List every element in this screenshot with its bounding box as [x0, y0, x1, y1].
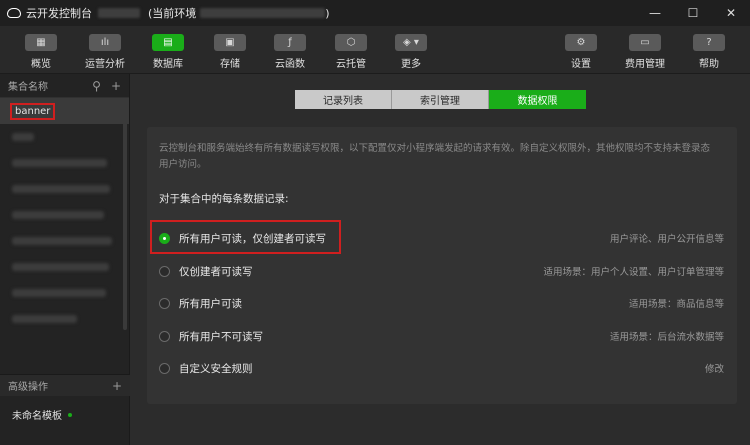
- toolbar-label: 费用管理: [625, 59, 665, 70]
- toolbar-database-button[interactable]: ▤ 数据库: [143, 34, 193, 70]
- status-dot-icon: [68, 412, 72, 417]
- tab-indexes[interactable]: 索引管理: [392, 90, 489, 109]
- redacted-text: [98, 8, 140, 18]
- toolbar-label: 更多: [401, 59, 421, 70]
- tab-permissions[interactable]: 数据权限: [489, 90, 586, 109]
- permission-option-public-read[interactable]: 所有用户可读 适用场景：商品信息等: [159, 293, 724, 313]
- option-hint: 适用场景：商品信息等: [628, 299, 724, 310]
- collection-item-label: banner: [10, 102, 56, 120]
- permission-option-custom-rules[interactable]: 自定义安全规则 修改: [159, 358, 724, 378]
- toolbar-label: 设置: [571, 59, 591, 70]
- toolbar-cloud-hosting-button[interactable]: ⬡ 云托管: [326, 34, 376, 70]
- window-controls: — ☐ ✕: [636, 0, 750, 26]
- toolbar-label: 数据库: [153, 59, 183, 70]
- option-label: 所有用户可读: [179, 297, 242, 310]
- toolbar-overview-button[interactable]: ▦ 概览: [16, 34, 66, 70]
- template-item-label: 未命名模板: [12, 411, 62, 422]
- toolbar-label: 存储: [220, 59, 240, 70]
- toolbar-label: 云托管: [336, 59, 366, 70]
- permission-option-creator-only[interactable]: 仅创建者可读写 适用场景：用户个人设置、用户订单管理等: [159, 261, 724, 281]
- layers-icon: ◈ ▾: [395, 34, 427, 51]
- toolbar-label: 云函数: [275, 59, 305, 70]
- collection-item[interactable]: [0, 306, 129, 332]
- permission-option-public-read-creator-write[interactable]: 所有用户可读，仅创建者可读写 用户评论、用户公开信息等: [159, 228, 724, 248]
- permissions-description: 云控制台和服务端始终有所有数据读写权限，以下配置仅对小程序端发起的请求有效。除自…: [159, 143, 711, 170]
- collection-item[interactable]: [0, 254, 129, 280]
- search-icon[interactable]: ⚲: [92, 79, 101, 93]
- radio-unchecked-icon[interactable]: [159, 297, 170, 309]
- toolbar-help-button[interactable]: ? 帮助: [684, 34, 734, 70]
- maximize-icon[interactable]: ☐: [674, 0, 712, 26]
- toolbar-functions-button[interactable]: ƒ 云函数: [265, 34, 315, 70]
- toolbar-analytics-button[interactable]: ılı 运营分析: [80, 34, 130, 70]
- collection-header-label: 集合名称: [8, 82, 48, 93]
- sidebar-scrollbar[interactable]: [123, 100, 127, 330]
- cube-icon: ⬡: [335, 34, 367, 51]
- toolbar-more-button[interactable]: ◈ ▾ 更多: [386, 34, 436, 70]
- option-label: 所有用户不可读写: [179, 330, 263, 343]
- help-icon: ?: [693, 34, 725, 51]
- collection-item[interactable]: [0, 124, 129, 150]
- option-label: 所有用户可读，仅创建者可读写: [179, 232, 326, 245]
- collection-header: 集合名称 ⚲ +: [0, 74, 129, 98]
- option-hint: 用户评论、用户公开信息等: [609, 234, 724, 245]
- toolbar-label: 概览: [31, 59, 51, 70]
- edit-link[interactable]: 修改: [705, 361, 724, 375]
- radio-unchecked-icon[interactable]: [159, 330, 170, 342]
- tab-records[interactable]: 记录列表: [295, 90, 392, 109]
- permission-option-no-access[interactable]: 所有用户不可读写 适用场景：后台流水数据等: [159, 326, 724, 346]
- app-title: 云开发控制台: [26, 7, 92, 20]
- redacted-env-id: [200, 8, 326, 18]
- collection-item[interactable]: [0, 150, 129, 176]
- collection-item[interactable]: [0, 202, 129, 228]
- main-content: 记录列表 索引管理 数据权限 云控制台和服务端始终有所有数据读写权限，以下配置仅…: [131, 74, 750, 445]
- collection-item[interactable]: [0, 228, 129, 254]
- collection-sidebar: 集合名称 ⚲ + banner 高级操作 + 未命名模板: [0, 74, 130, 445]
- toolbar-label: 运营分析: [85, 59, 125, 70]
- advanced-operations-label: 高级操作: [8, 382, 48, 393]
- section-title: 对于集合中的每条数据记录:: [159, 193, 289, 205]
- grid-icon: ▦: [25, 34, 57, 51]
- title-bar: 云开发控制台 (当前环境 ) — ☐ ✕: [0, 0, 750, 26]
- toolbar-settings-button[interactable]: ⚙ 设置: [556, 34, 606, 70]
- collection-item[interactable]: [0, 176, 129, 202]
- billing-icon: ▭: [629, 34, 661, 51]
- plus-icon[interactable]: +: [112, 379, 122, 393]
- toolbar: ▦ 概览 ılı 运营分析 ▤ 数据库 ▣ 存储 ƒ 云函数 ⬡ 云托管 ◈ ▾…: [0, 26, 750, 74]
- env-label: (当前环境: [148, 7, 197, 20]
- function-icon: ƒ: [274, 34, 306, 51]
- minimize-icon[interactable]: —: [636, 0, 674, 26]
- plus-icon[interactable]: +: [111, 79, 121, 93]
- tab-bar: 记录列表 索引管理 数据权限: [295, 90, 586, 109]
- collection-item[interactable]: [0, 280, 129, 306]
- env-close: ): [325, 6, 330, 20]
- bar-chart-icon: ılı: [89, 34, 121, 51]
- option-label: 自定义安全规则: [179, 362, 253, 375]
- close-icon[interactable]: ✕: [712, 0, 750, 26]
- template-item[interactable]: 未命名模板: [12, 407, 72, 422]
- permissions-panel: 云控制台和服务端始终有所有数据读写权限，以下配置仅对小程序端发起的请求有效。除自…: [147, 127, 737, 404]
- gear-icon: ⚙: [565, 34, 597, 51]
- option-hint: 适用场景：用户个人设置、用户订单管理等: [543, 267, 724, 278]
- option-hint: 适用场景：后台流水数据等: [609, 332, 724, 343]
- option-label: 仅创建者可读写: [179, 265, 253, 278]
- cloud-icon: [7, 8, 21, 18]
- radio-unchecked-icon[interactable]: [159, 265, 170, 277]
- toolbar-label: 帮助: [699, 59, 719, 70]
- collection-item-banner[interactable]: banner: [0, 98, 129, 124]
- storage-icon: ▣: [214, 34, 246, 51]
- advanced-operations-header: 高级操作 +: [0, 374, 130, 396]
- toolbar-storage-button[interactable]: ▣ 存储: [205, 34, 255, 70]
- toolbar-billing-button[interactable]: ▭ 费用管理: [620, 34, 670, 70]
- radio-unchecked-icon[interactable]: [159, 362, 170, 374]
- radio-checked-icon[interactable]: [159, 232, 170, 244]
- database-icon: ▤: [152, 34, 184, 51]
